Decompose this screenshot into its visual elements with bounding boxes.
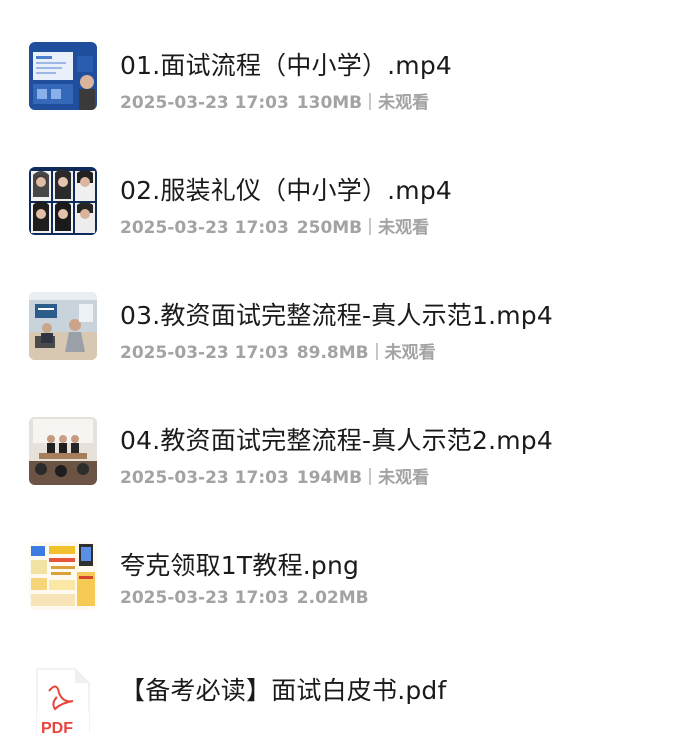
- file-size: 89.8MB: [296, 343, 369, 363]
- file-row-1[interactable]: 01.面试流程（中小学）.mp4 2025-03-23 17:03 130MB 未观…: [0, 20, 688, 130]
- file-date: 2025-03-23 17:03: [120, 218, 289, 238]
- file-size: 2.02MB: [296, 588, 369, 608]
- file-name: 【备考必读】面试白皮书.pdf: [120, 676, 447, 705]
- file-list: 01.面试流程（中小学）.mp4 2025-03-23 17:03 130MB 未观…: [0, 0, 688, 735]
- file-meta: 2025-03-23 17:03 130MB 未观看: [120, 88, 429, 113]
- video-thumbnail-presentation-icon: [29, 42, 97, 110]
- meta-divider: [369, 218, 372, 235]
- image-thumbnail-tutorial-icon: [29, 542, 97, 610]
- file-row-2[interactable]: 02.服装礼仪（中小学）.mp4 2025-03-23 17:03 250MB 未观…: [0, 145, 688, 255]
- file-date: 2025-03-23 17:03: [120, 343, 289, 363]
- file-name: 03.教资面试完整流程-真人示范1.mp4: [120, 301, 553, 330]
- file-meta: 2025-03-23 17:03 2.02MB: [120, 588, 369, 608]
- file-name: 02.服装礼仪（中小学）.mp4: [120, 176, 453, 205]
- pdf-file-icon: PDF: [33, 667, 91, 735]
- watch-status: 未观看: [378, 468, 430, 488]
- watch-status: 未观看: [378, 93, 430, 113]
- video-thumbnail-classroom-icon: [29, 292, 97, 360]
- file-meta: 2025-03-23 17:03 194MB 未观看: [120, 463, 429, 488]
- file-size: 194MB: [296, 468, 363, 488]
- file-row-3[interactable]: 03.教资面试完整流程-真人示范1.mp4 2025-03-23 17:03 89…: [0, 270, 688, 380]
- pdf-label: PDF: [41, 720, 73, 735]
- meta-divider: [375, 343, 378, 360]
- file-row-4[interactable]: 04.教资面试完整流程-真人示范2.mp4 2025-03-23 17:03 19…: [0, 395, 688, 505]
- file-meta: 2025-03-23 17:03 89.8MB 未观看: [120, 338, 436, 363]
- watch-status: 未观看: [378, 218, 430, 238]
- file-size: 130MB: [296, 93, 363, 113]
- file-meta: 2025-03-23 17:03 250MB 未观看: [120, 213, 429, 238]
- file-date: 2025-03-23 17:03: [120, 588, 289, 608]
- video-thumbnail-lecture-icon: [29, 417, 97, 485]
- file-row-5[interactable]: 夸克领取1T教程.png 2025-03-23 17:03 2.02MB: [0, 520, 688, 630]
- video-thumbnail-portraits-icon: [29, 167, 97, 235]
- file-date: 2025-03-23 17:03: [120, 468, 289, 488]
- file-name: 夸克领取1T教程.png: [120, 551, 360, 580]
- file-name: 01.面试流程（中小学）.mp4: [120, 51, 453, 80]
- file-size: 250MB: [296, 218, 363, 238]
- file-row-6[interactable]: PDF 【备考必读】面试白皮书.pdf: [0, 645, 688, 755]
- watch-status: 未观看: [384, 343, 436, 363]
- file-date: 2025-03-23 17:03: [120, 93, 289, 113]
- meta-divider: [369, 468, 372, 485]
- file-name: 04.教资面试完整流程-真人示范2.mp4: [120, 426, 553, 455]
- meta-divider: [369, 93, 372, 110]
